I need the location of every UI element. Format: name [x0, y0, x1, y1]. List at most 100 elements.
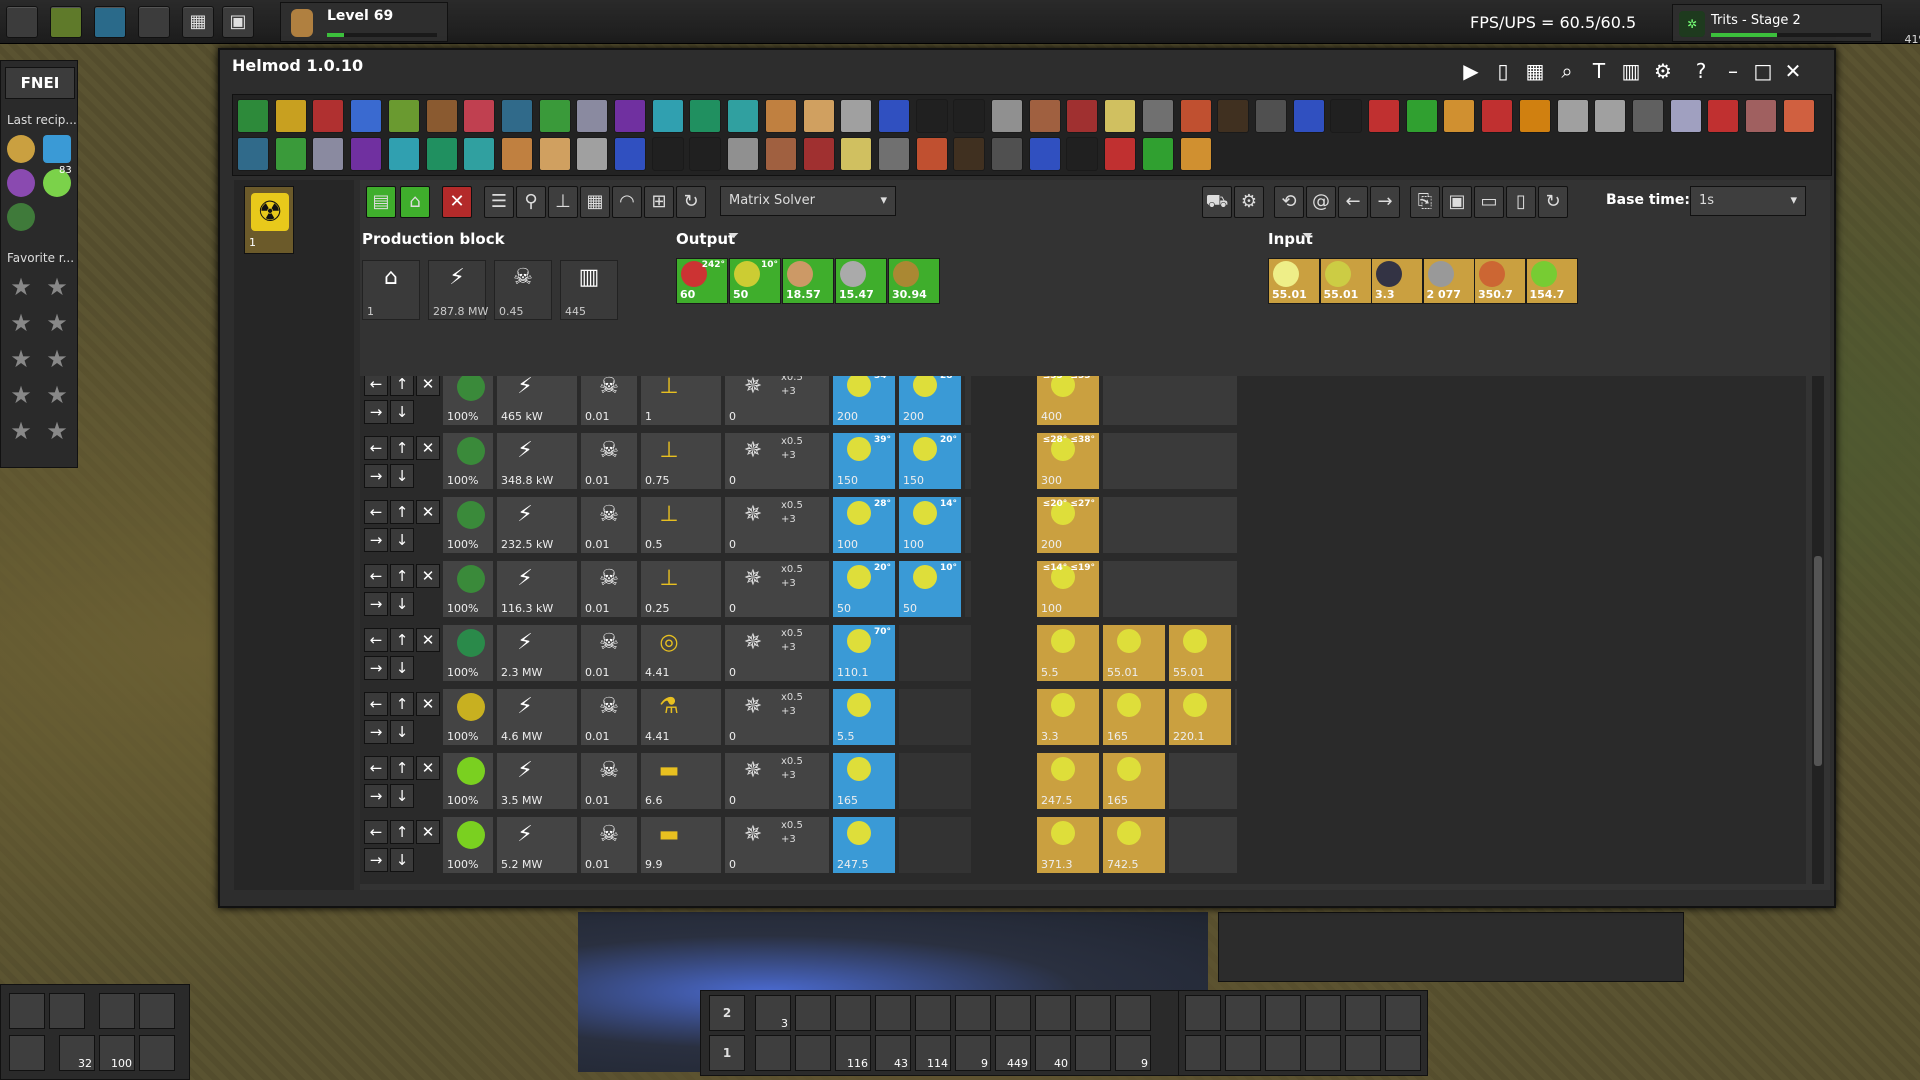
shortcut-button[interactable] — [138, 6, 170, 38]
arrow-up-icon[interactable]: ↑ — [390, 500, 414, 524]
close-icon[interactable]: ✕ — [1780, 58, 1806, 84]
ingredient-cell[interactable]: 165 — [1102, 752, 1166, 810]
input-ingredient[interactable]: 154.7 — [1525, 258, 1578, 304]
hotbar-slot[interactable] — [9, 1035, 45, 1071]
output-product[interactable]: 10° 50 — [729, 258, 781, 304]
building-cell[interactable]: ⊥ 0.75 — [640, 432, 722, 490]
arrow-left-icon[interactable]: ← — [364, 820, 388, 844]
recipe-cell[interactable]: 100% — [442, 432, 494, 490]
paste-icon[interactable]: ▣ — [1442, 186, 1472, 218]
search-icon[interactable]: ⌕ — [1554, 58, 1580, 84]
remove-icon[interactable]: ✕ — [416, 564, 440, 588]
building-cell[interactable]: ⊥ 1 — [640, 376, 722, 426]
production-block-tab[interactable]: ☢ 1 — [244, 186, 294, 254]
category-icon[interactable] — [1292, 99, 1325, 133]
arrow-left-icon[interactable]: ← — [364, 436, 388, 460]
hotbar-slot[interactable] — [49, 993, 85, 1029]
category-icon[interactable] — [991, 137, 1023, 171]
input-ingredient[interactable]: 55.01 — [1319, 258, 1372, 304]
arrow-down-icon[interactable]: ↓ — [390, 464, 414, 488]
gauge-icon[interactable]: ◠ — [612, 186, 642, 218]
effects-cell[interactable]: ✵ x0.5 +3 0 — [724, 688, 830, 746]
quickbar-slot[interactable] — [875, 995, 911, 1031]
ingredient-cell[interactable]: 371.3 — [1036, 816, 1100, 874]
category-icon[interactable] — [1707, 99, 1740, 133]
category-icon[interactable] — [576, 99, 609, 133]
category-icon[interactable] — [1556, 99, 1589, 133]
category-icon[interactable] — [1179, 99, 1212, 133]
tool-slot[interactable] — [1345, 1035, 1381, 1071]
quickbar-slot[interactable]: 114 — [915, 1035, 951, 1071]
category-icon[interactable] — [1028, 99, 1061, 133]
category-icon[interactable] — [802, 99, 835, 133]
product-cell[interactable]: 39° 150 — [832, 432, 896, 490]
text-icon[interactable]: T — [1586, 58, 1612, 84]
category-icon[interactable] — [1481, 99, 1514, 133]
category-icon[interactable] — [387, 137, 420, 171]
tool-slot[interactable] — [1225, 1035, 1261, 1071]
arrow-down-icon[interactable]: ↓ — [390, 720, 414, 744]
product-cell[interactable]: 14° 100 — [898, 496, 962, 554]
category-icon[interactable] — [1330, 99, 1363, 133]
category-icon[interactable] — [614, 137, 646, 171]
category-icon[interactable] — [1104, 137, 1137, 171]
arrow-right-icon[interactable]: → — [364, 848, 388, 872]
product-cell[interactable]: 10° 50 — [898, 560, 962, 618]
arrow-right-icon[interactable]: → — [1370, 186, 1400, 218]
tool-slot[interactable] — [1385, 995, 1421, 1031]
category-icon[interactable] — [576, 137, 609, 171]
arrow-left-icon[interactable]: ← — [1338, 186, 1368, 218]
recipe-cell[interactable]: 100% — [442, 560, 494, 618]
maximize-icon[interactable]: □ — [1750, 58, 1776, 84]
category-icon[interactable] — [651, 137, 684, 171]
quickbar-slot[interactable] — [1035, 995, 1071, 1031]
save-icon[interactable]: ▭ — [1474, 186, 1504, 218]
product-cell[interactable]: 247.5 — [832, 816, 896, 874]
arrow-left-icon[interactable]: ← — [364, 564, 388, 588]
category-icon[interactable] — [350, 99, 383, 133]
category-icon[interactable] — [1217, 99, 1250, 133]
category-icon[interactable] — [1669, 99, 1702, 133]
remove-icon[interactable]: ✕ — [416, 628, 440, 652]
reload-icon[interactable]: ↻ — [1538, 186, 1568, 218]
chart-icon[interactable]: ▥ — [1618, 58, 1644, 84]
delete-icon[interactable]: ✕ — [442, 186, 472, 218]
category-icon[interactable] — [689, 137, 722, 171]
quickbar-slot[interactable] — [755, 1035, 791, 1071]
output-product[interactable]: 15.47 — [835, 258, 887, 304]
remove-icon[interactable]: ✕ — [416, 436, 440, 460]
arrow-up-icon[interactable]: ↑ — [390, 376, 414, 396]
minimize-icon[interactable]: – — [1720, 58, 1746, 84]
arrow-right-icon[interactable]: → — [364, 656, 388, 680]
star-icon[interactable]: ★ — [43, 381, 71, 409]
building-cell[interactable]: ▬ 6.6 — [640, 752, 722, 810]
quickbar-slot[interactable]: 40 — [1035, 1035, 1071, 1071]
category-icon[interactable] — [274, 137, 307, 171]
scrollbar[interactable] — [1812, 376, 1824, 884]
arrow-down-icon[interactable]: ↓ — [390, 400, 414, 424]
tool-slot[interactable] — [1265, 995, 1301, 1031]
base-time-select[interactable]: 1s ▾ — [1690, 186, 1806, 216]
category-icon[interactable] — [915, 137, 948, 171]
hotbar-slot[interactable] — [99, 993, 135, 1029]
play-icon[interactable]: ▶ — [1458, 58, 1484, 84]
category-icon[interactable] — [764, 137, 797, 171]
shortcut-button[interactable] — [94, 6, 126, 38]
category-icon[interactable] — [1368, 99, 1400, 133]
category-icon[interactable] — [312, 137, 345, 171]
hotbar-slot[interactable] — [9, 993, 45, 1029]
filter-icon[interactable]: ⏷ — [1302, 228, 1322, 248]
category-icon[interactable] — [1443, 99, 1476, 133]
category-icon[interactable] — [1141, 137, 1174, 171]
arrow-down-icon[interactable]: ↓ — [390, 656, 414, 680]
recipe-cell[interactable]: 100% — [442, 376, 494, 426]
product-cell[interactable]: 70° 110.1 — [832, 624, 896, 682]
product-cell[interactable]: 20° 150 — [898, 432, 962, 490]
recipe-icon[interactable] — [7, 203, 35, 231]
category-icon[interactable] — [463, 137, 496, 171]
link-icon[interactable]: ⚲ — [516, 186, 546, 218]
arrow-right-icon[interactable]: → — [364, 528, 388, 552]
quickbar-slot[interactable] — [915, 995, 951, 1031]
arrow-left-icon[interactable]: ← — [364, 628, 388, 652]
remove-icon[interactable]: ✕ — [416, 756, 440, 780]
